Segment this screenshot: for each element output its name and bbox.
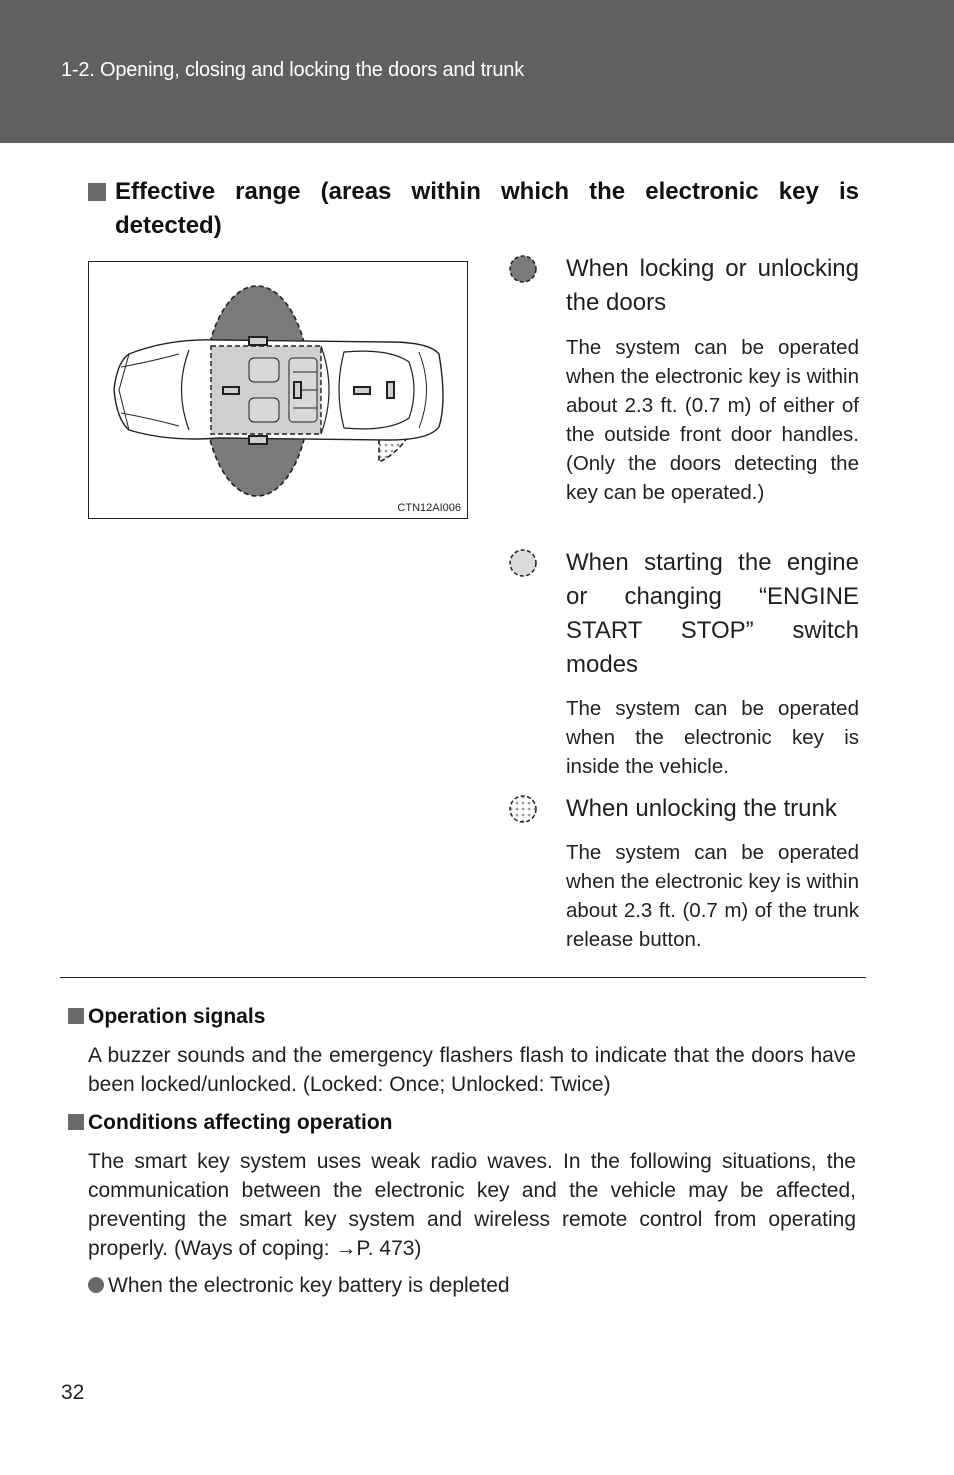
antenna xyxy=(248,435,268,445)
legend-description: The system can be operated when the elec… xyxy=(566,841,859,951)
legend-title: When locking or unlocking the doors xyxy=(566,255,859,316)
note-heading-text: Operation signals xyxy=(88,1005,266,1028)
antenna xyxy=(293,381,302,399)
section-heading: Effective range (areas within which the … xyxy=(88,175,859,243)
note-heading-text: Conditions affecting operation xyxy=(88,1111,393,1134)
detection-range-figure: CTN12AI006 xyxy=(88,261,468,519)
legend-title: When starting the engine or changing “EN… xyxy=(566,549,859,678)
legend-description: The system can be operated when the elec… xyxy=(566,336,859,504)
antenna xyxy=(222,386,240,395)
antenna xyxy=(386,381,395,399)
square-bullet-icon xyxy=(68,1114,84,1130)
figure-code: CTN12AI006 xyxy=(397,502,461,514)
dotted-circle-icon xyxy=(509,795,537,823)
note-heading-operation-signals: Operation signals xyxy=(68,1005,265,1029)
square-bullet-icon xyxy=(88,183,106,201)
square-bullet-icon xyxy=(68,1008,84,1024)
note-body: A buzzer sounds and the emergency flashe… xyxy=(88,1044,856,1096)
list-item-text: When the electronic key battery is deple… xyxy=(108,1274,510,1297)
legend-description: The system can be operated when the elec… xyxy=(566,697,859,778)
antenna xyxy=(248,336,268,346)
list-item: When the electronic key battery is deple… xyxy=(88,1274,510,1298)
chapter-header: 1-2. Opening, closing and locking the do… xyxy=(0,0,954,143)
vehicle-diagram xyxy=(113,285,444,497)
antenna xyxy=(353,386,371,395)
section-heading-text: Effective range (areas within which the … xyxy=(115,178,859,239)
legend-title: When unlocking the trunk xyxy=(566,795,837,822)
light-dashed-circle-icon xyxy=(509,549,537,577)
note-body: The smart key system uses weak radio wav… xyxy=(88,1150,856,1260)
circle-bullet-icon xyxy=(88,1277,104,1293)
note-heading-conditions: Conditions affecting operation xyxy=(68,1111,393,1135)
dark-dashed-circle-icon xyxy=(509,255,537,283)
chapter-title: 1-2. Opening, closing and locking the do… xyxy=(61,59,525,81)
divider xyxy=(60,977,866,978)
page-number: 32 xyxy=(61,1381,85,1404)
